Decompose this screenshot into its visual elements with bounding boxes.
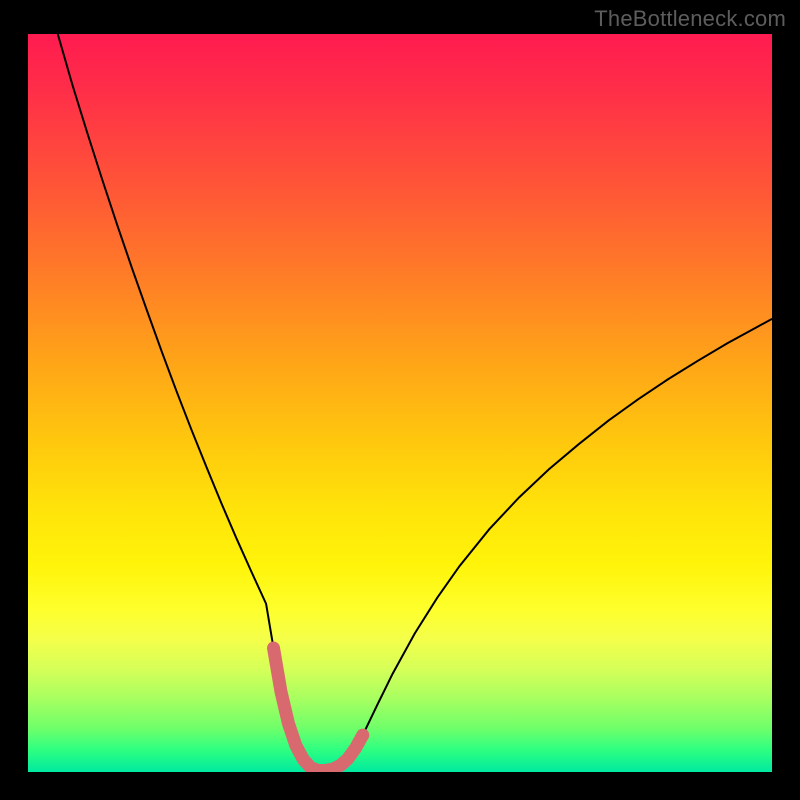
bottleneck-curve-path: [58, 34, 772, 771]
curve-svg: [28, 34, 772, 772]
chart-frame: TheBottleneck.com: [0, 0, 800, 800]
plot-area: [28, 34, 772, 772]
watermark-text: TheBottleneck.com: [594, 6, 786, 32]
bottleneck-highlight-path: [274, 648, 363, 771]
